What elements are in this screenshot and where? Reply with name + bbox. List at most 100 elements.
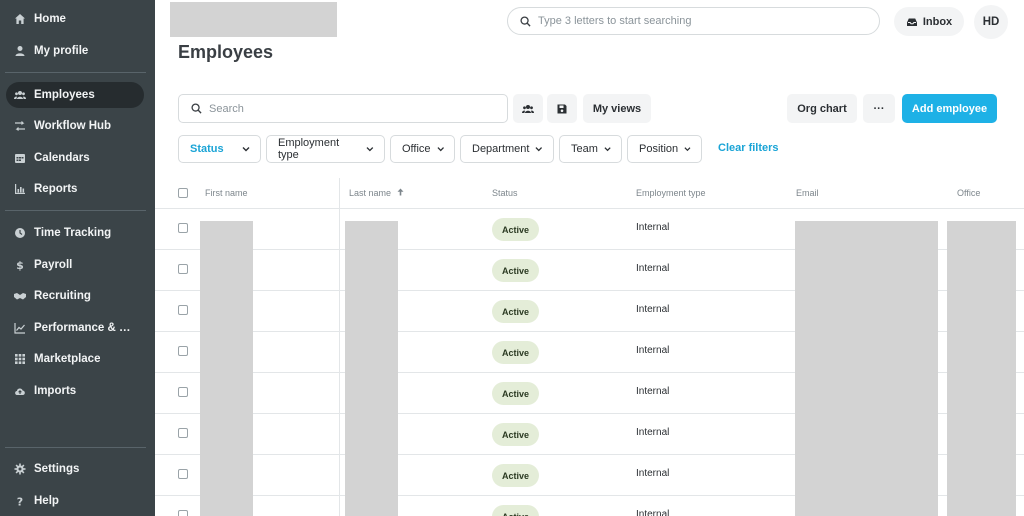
global-search[interactable] (507, 7, 880, 35)
filter-office[interactable]: Office (390, 135, 455, 163)
row-checkbox[interactable] (178, 387, 188, 397)
sidebar-item-label: Settings (34, 463, 80, 475)
employee-search-input[interactable] (209, 102, 489, 115)
sidebar-item-settings[interactable]: Settings (6, 456, 144, 482)
column-header-status[interactable]: Status (492, 188, 518, 198)
sidebar-item-label: My profile (34, 45, 89, 57)
search-icon (191, 103, 202, 114)
sidebar-item-label: Home (34, 13, 66, 25)
chevron-down-icon (437, 147, 444, 152)
save-icon (557, 104, 567, 113)
sidebar-item-my-profile[interactable]: My profile (6, 38, 144, 64)
avatar[interactable]: HD (974, 5, 1008, 39)
sidebar-item-label: Time Tracking (34, 227, 112, 239)
row-checkbox[interactable] (178, 469, 188, 479)
select-all-checkbox[interactable] (178, 188, 188, 198)
more-options-button[interactable]: ··· (863, 94, 895, 123)
people-icon (522, 104, 534, 113)
sidebar-divider (5, 72, 146, 73)
workflow-icon (14, 120, 26, 132)
org-chart-button[interactable]: Org chart (787, 94, 857, 123)
employment-type-cell: Internal (636, 509, 670, 516)
filter-label: Office (402, 143, 431, 155)
column-header-employment-type[interactable]: Employment type (636, 188, 706, 198)
employment-type-cell: Internal (636, 468, 670, 479)
filter-status[interactable]: Status (178, 135, 261, 163)
status-badge: Active (492, 464, 539, 487)
column-header-email[interactable]: Email (796, 188, 819, 198)
row-checkbox[interactable] (178, 223, 188, 233)
handshake-icon (14, 290, 26, 302)
column-header-label: Last name (349, 188, 392, 198)
row-checkbox[interactable] (178, 428, 188, 438)
row-checkbox[interactable] (178, 510, 188, 516)
sidebar-item-home[interactable]: Home (6, 6, 144, 32)
sidebar-item-calendars[interactable]: Calendars (6, 145, 144, 171)
status-badge: Active (492, 218, 539, 241)
svg-text:$: $ (16, 259, 24, 271)
inbox-button[interactable]: Inbox (894, 7, 964, 36)
sidebar-item-employees[interactable]: Employees (6, 82, 144, 108)
sidebar-item-marketplace[interactable]: Marketplace (6, 346, 144, 372)
employment-type-cell: Internal (636, 345, 670, 356)
column-header-last-name[interactable]: Last name (349, 188, 404, 198)
table-header: First name Last name Status Employment t… (155, 178, 1024, 209)
add-employee-button[interactable]: Add employee (902, 94, 997, 123)
main-content: Inbox HD Employees My views Org chart ··… (155, 0, 1024, 516)
filter-employment-type[interactable]: Employment type (266, 135, 385, 163)
gear-icon (14, 463, 26, 475)
employment-type-cell: Internal (636, 222, 670, 233)
column-header-first-name[interactable]: First name (205, 188, 248, 198)
sort-arrow-up-icon (397, 188, 404, 196)
filter-team[interactable]: Team (559, 135, 622, 163)
column-header-office[interactable]: Office (957, 188, 980, 198)
sidebar-item-time-tracking[interactable]: Time Tracking (6, 220, 144, 246)
status-badge: Active (492, 382, 539, 405)
global-search-input[interactable] (538, 15, 858, 27)
filter-position[interactable]: Position (627, 135, 702, 163)
company-logo (170, 2, 337, 37)
filter-label: Department (472, 143, 530, 155)
status-badge: Active (492, 300, 539, 323)
employment-type-cell: Internal (636, 263, 670, 274)
chevron-down-icon (604, 147, 611, 152)
search-icon (520, 15, 531, 27)
group-view-button[interactable] (513, 94, 543, 123)
chevron-down-icon (366, 147, 374, 152)
sidebar-item-reports[interactable]: Reports (6, 176, 144, 202)
sidebar-item-imports[interactable]: Imports (6, 378, 144, 404)
sidebar-item-help[interactable]: ? Help (6, 488, 144, 514)
people-icon (14, 89, 26, 101)
sidebar-item-label: Reports (34, 183, 78, 195)
clear-filters-link[interactable]: Clear filters (718, 142, 779, 154)
status-badge: Active (492, 259, 539, 282)
sidebar-item-label: Payroll (34, 259, 73, 271)
redacted-last-names (345, 221, 398, 516)
redacted-first-names (200, 221, 253, 516)
user-icon (14, 45, 26, 57)
sidebar-item-recruiting[interactable]: Recruiting (6, 283, 144, 309)
sidebar-divider (5, 210, 146, 211)
redacted-emails (795, 221, 938, 516)
home-icon (14, 13, 26, 25)
sidebar-item-workflow-hub[interactable]: Workflow Hub (6, 113, 144, 139)
employee-search[interactable] (178, 94, 508, 123)
question-icon: ? (14, 495, 26, 508)
sidebar-item-label: Workflow Hub (34, 120, 112, 132)
row-checkbox[interactable] (178, 346, 188, 356)
filter-department[interactable]: Department (460, 135, 554, 163)
sidebar-item-payroll[interactable]: $ Payroll (6, 252, 144, 278)
chevron-down-icon (684, 147, 691, 152)
save-view-button[interactable] (547, 94, 577, 123)
calendar-icon (14, 152, 26, 164)
chevron-down-icon (535, 147, 543, 152)
sidebar-item-performance[interactable]: Performance & D... (6, 315, 144, 341)
sidebar-item-label: Performance & D... (34, 322, 134, 334)
employment-type-cell: Internal (636, 386, 670, 397)
row-checkbox[interactable] (178, 305, 188, 315)
sidebar: Home My profile Employees Workflow Hub C… (0, 0, 155, 516)
page-title: Employees (178, 42, 274, 62)
chart-icon (14, 183, 26, 195)
row-checkbox[interactable] (178, 264, 188, 274)
my-views-button[interactable]: My views (583, 94, 651, 123)
